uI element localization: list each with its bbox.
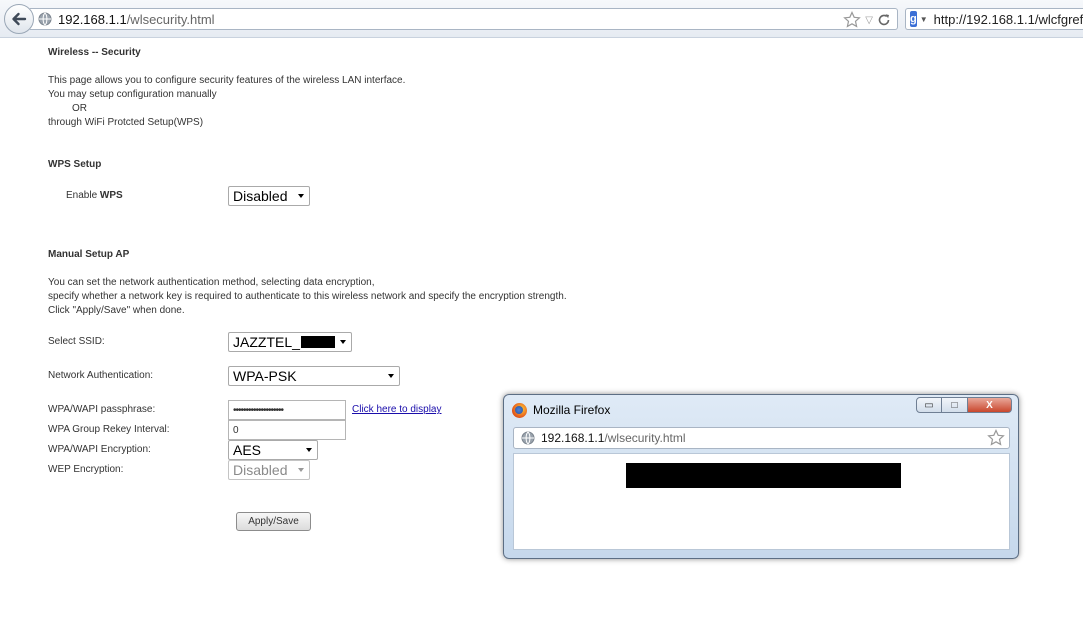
encryption-value: AES <box>233 442 262 458</box>
browser-toolbar: 192.168.1.1/wlsecurity.html ▽ g ▼ http:/… <box>0 0 1083 38</box>
wep-value: Disabled <box>233 462 288 478</box>
window-controls: ▭ □ X <box>916 397 1012 413</box>
globe-icon <box>521 431 535 445</box>
wep-select: Disabled <box>228 460 310 480</box>
chevron-down-icon <box>340 340 346 344</box>
popup-url-path: /wlsecurity.html <box>604 431 686 445</box>
rekey-label: WPA Group Rekey Interval: <box>48 424 170 435</box>
url-icons: ▽ <box>843 11 891 29</box>
close-icon: X <box>986 399 993 411</box>
intro-line-3: OR <box>72 103 87 114</box>
chevron-down-icon <box>306 448 312 452</box>
history-dropdown-icon[interactable]: ▽ <box>865 15 873 26</box>
reload-icon[interactable] <box>877 13 891 27</box>
page-title: Wireless -- Security <box>48 47 141 58</box>
popup-url-host: 192.168.1.1 <box>541 431 605 445</box>
encryption-select[interactable]: AES <box>228 440 318 460</box>
display-passphrase-link[interactable]: Click here to display <box>352 404 441 415</box>
wps-select-value: Disabled <box>233 188 288 204</box>
redacted-block <box>300 336 335 348</box>
firefox-icon <box>512 403 527 418</box>
chevron-down-icon <box>388 374 394 378</box>
encryption-label: WPA/WAPI Encryption: <box>48 444 151 455</box>
ssid-value: JAZZTEL_ <box>233 334 300 350</box>
manual-desc-1: You can set the network authentication m… <box>48 277 375 288</box>
back-arrow-icon <box>12 12 27 26</box>
chevron-down-icon[interactable]: ▼ <box>920 15 928 24</box>
manual-heading: Manual Setup AP <box>48 249 130 260</box>
enable-wps-label-prefix: Enable <box>66 190 100 201</box>
passphrase-input[interactable]: •••••••••••••••••••• <box>228 400 346 420</box>
minimize-button[interactable]: ▭ <box>916 397 942 413</box>
url-path: /wlsecurity.html <box>126 11 215 27</box>
popup-address-bar[interactable]: 192.168.1.1/wlsecurity.html <box>513 427 1010 449</box>
rekey-input[interactable]: 0 <box>228 420 346 440</box>
wep-label: WEP Encryption: <box>48 464 124 475</box>
intro-line-1: This page allows you to configure securi… <box>48 75 406 86</box>
ssid-label: Select SSID: <box>48 336 105 347</box>
minimize-icon: ▭ <box>924 399 934 411</box>
enable-wps-label-bold: WPS <box>99 190 123 201</box>
enable-wps-label: Enable WPS <box>66 189 123 203</box>
popup-title: Mozilla Firefox <box>533 403 611 417</box>
wps-heading: WPS Setup <box>48 159 102 170</box>
google-icon[interactable]: g <box>910 11 917 27</box>
wps-select[interactable]: Disabled <box>228 186 310 206</box>
search-bar[interactable]: g ▼ http://192.168.1.1/wlcfgrefr <box>905 8 1083 30</box>
bookmark-star-icon[interactable] <box>843 11 862 29</box>
chevron-down-icon <box>298 468 304 472</box>
manual-desc-3: Click "Apply/Save" when done. <box>48 305 185 316</box>
back-button[interactable] <box>4 4 34 34</box>
address-bar[interactable]: 192.168.1.1/wlsecurity.html ▽ <box>30 8 898 30</box>
redacted-block <box>626 463 901 488</box>
chevron-down-icon <box>298 194 304 198</box>
ssid-select[interactable]: JAZZTEL_ <box>228 332 352 352</box>
firefox-popup-window[interactable]: Mozilla Firefox ▭ □ X 192.168.1.1/wlsecu… <box>503 394 1019 559</box>
close-button[interactable]: X <box>968 397 1012 413</box>
apply-save-button[interactable]: Apply/Save <box>236 512 311 531</box>
bookmark-star-icon[interactable] <box>987 429 1005 447</box>
globe-icon <box>38 12 52 26</box>
intro-line-4: through WiFi Protcted Setup(WPS) <box>48 117 204 128</box>
passphrase-label: WPA/WAPI passphrase: <box>48 404 156 415</box>
url-host: 192.168.1.1 <box>58 11 127 27</box>
auth-select[interactable]: WPA-PSK <box>228 366 400 386</box>
search-text: http://192.168.1.1/wlcfgrefr <box>933 11 1083 27</box>
popup-body <box>513 453 1010 550</box>
intro-line-2: You may setup configuration manually <box>48 89 217 100</box>
maximize-icon: □ <box>951 399 958 411</box>
maximize-button[interactable]: □ <box>942 397 968 413</box>
auth-value: WPA-PSK <box>233 368 297 384</box>
manual-desc-2: specify whether a network key is require… <box>48 291 567 302</box>
auth-label: Network Authentication: <box>48 370 154 381</box>
